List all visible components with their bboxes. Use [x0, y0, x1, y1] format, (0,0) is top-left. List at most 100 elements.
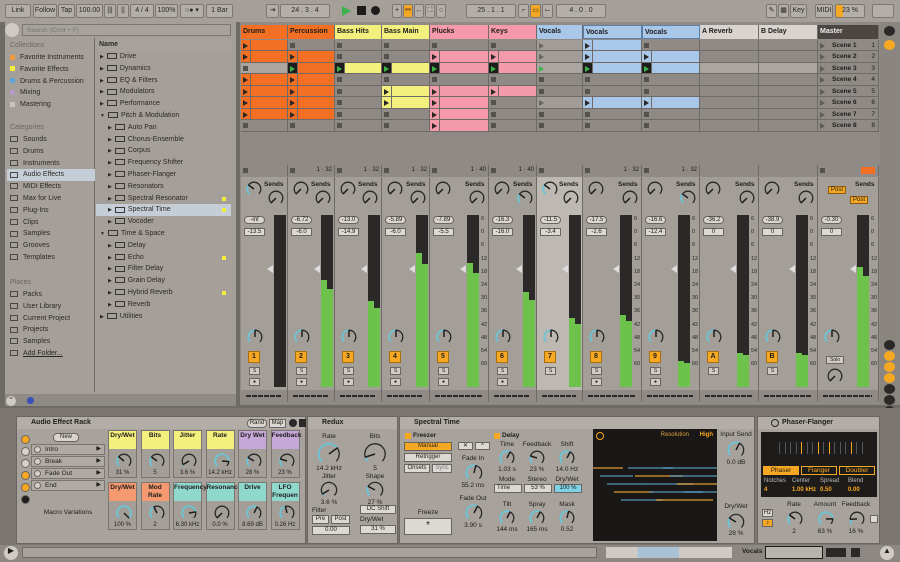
mask-knob[interactable]: [558, 509, 576, 527]
invert-icon[interactable]: [870, 515, 878, 523]
clip-launch-icon[interactable]: [243, 77, 248, 84]
stop-all-clips-icon[interactable]: [491, 168, 496, 173]
send-a-knob[interactable]: [434, 180, 452, 198]
triangle-right-icon[interactable]: ▶: [100, 66, 104, 72]
triangle-right-icon[interactable]: ▶: [108, 290, 112, 296]
clip-slot[interactable]: [759, 85, 818, 98]
send-b-knob[interactable]: [409, 189, 427, 207]
pan-value-field[interactable]: -6.0: [385, 228, 406, 236]
clip-slot[interactable]: [642, 74, 700, 86]
mode-dropdown[interactable]: Time: [494, 484, 522, 493]
launch-variation-icon[interactable]: [34, 458, 41, 465]
follow-button[interactable]: Follow: [33, 4, 57, 18]
send-a-knob[interactable]: [245, 180, 263, 198]
clip-stop-icon[interactable]: [432, 77, 437, 83]
clip-slot[interactable]: [241, 97, 288, 109]
shift-knob[interactable]: [558, 449, 576, 467]
pan-knob[interactable]: [246, 328, 264, 346]
macro-knob[interactable]: [180, 452, 198, 470]
play-icon[interactable]: [432, 65, 437, 72]
clip-slot[interactable]: [288, 108, 335, 121]
post-button-b[interactable]: Post: [850, 196, 869, 204]
browser-item[interactable]: ▶ Dynamics: [96, 63, 231, 75]
hide-panel-icon[interactable]: ▲: [880, 546, 894, 560]
clip-slot[interactable]: [430, 108, 489, 121]
browser-item[interactable]: ▶ Chorus-Ensemble: [96, 134, 231, 146]
drywet-field[interactable]: 100 %: [554, 484, 582, 493]
clip-launch-icon[interactable]: [644, 100, 649, 107]
volume-fader-handle[interactable]: [314, 265, 320, 273]
clip-launch-icon[interactable]: [290, 77, 295, 84]
clip-slot[interactable]: [382, 97, 430, 109]
clip-slot[interactable]: [642, 108, 700, 121]
browser-item[interactable]: ▼ Pitch & Modulation: [96, 110, 231, 122]
clip-slot[interactable]: [382, 108, 430, 121]
pan-knob[interactable]: [705, 328, 723, 346]
clip-stop-icon[interactable]: [384, 43, 389, 48]
scene-name[interactable]: Scene 4: [832, 76, 857, 83]
clip-slot[interactable]: [382, 85, 430, 98]
crossfade-assign[interactable]: [647, 395, 693, 397]
browser-item[interactable]: ▶ Reverb: [96, 299, 231, 311]
clip-slot[interactable]: [700, 85, 759, 98]
play-variation-icon[interactable]: ▶: [96, 445, 101, 454]
browser-item[interactable]: ▼ Time & Space: [96, 228, 231, 240]
clip-slot[interactable]: [430, 120, 489, 132]
variation-item[interactable]: Break ▶: [31, 456, 105, 467]
track-header-bass-main[interactable]: Bass Main: [382, 25, 430, 39]
stop-all-clips-icon[interactable]: [585, 168, 590, 173]
clip-slot[interactable]: [700, 51, 759, 63]
track-activator-button[interactable]: 2: [295, 351, 307, 363]
solo-button[interactable]: S: [767, 367, 778, 375]
macro-knob[interactable]: [278, 504, 296, 522]
clip-slot[interactable]: [335, 85, 382, 98]
solo-button[interactable]: S: [390, 367, 401, 375]
clip-slot[interactable]: [288, 120, 335, 132]
triangle-right-icon[interactable]: ▶: [108, 255, 112, 261]
manual-button[interactable]: Manual: [404, 442, 452, 451]
track-header-plucks[interactable]: Plucks: [430, 25, 489, 39]
arm-button[interactable]: ●: [390, 378, 401, 386]
returns-toggle-icon[interactable]: [884, 373, 895, 383]
clip-stop-icon[interactable]: [243, 123, 248, 129]
clip-stop-icon[interactable]: [644, 111, 649, 117]
punch-in-icon[interactable]: ⌐: [518, 4, 529, 18]
launch-variation-icon[interactable]: [34, 470, 41, 477]
record-mode-icon[interactable]: ○● ▾: [180, 4, 204, 18]
send-b-knob[interactable]: [679, 189, 697, 207]
macro-knob[interactable]: [115, 504, 133, 522]
triangle-right-icon[interactable]: ▶: [108, 302, 112, 308]
clip-slot[interactable]: [430, 62, 489, 75]
clip-launch-icon[interactable]: [384, 88, 389, 95]
clip-stop-icon[interactable]: [585, 111, 590, 117]
track-overview[interactable]: [765, 546, 823, 559]
send-b-knob[interactable]: [516, 189, 534, 207]
browser-item[interactable]: ▶ Resonators: [96, 181, 231, 193]
clip-slot[interactable]: [583, 97, 642, 109]
solo-button[interactable]: S: [545, 367, 556, 375]
clip-stop-icon[interactable]: [290, 123, 295, 129]
clip-slot[interactable]: [489, 120, 537, 132]
clip-slot[interactable]: [583, 62, 642, 75]
clip-slot[interactable]: [537, 108, 583, 121]
send-a-knob[interactable]: [704, 180, 722, 198]
send-b-knob[interactable]: [738, 189, 756, 207]
clip-stop-icon[interactable]: [243, 65, 248, 71]
arm-button[interactable]: ●: [497, 378, 508, 386]
clip-slot[interactable]: [537, 120, 583, 132]
clip-launch-icon[interactable]: [290, 111, 295, 118]
scene-launch-icon[interactable]: [820, 123, 825, 130]
clip-slot[interactable]: [382, 40, 430, 52]
session-view-icon[interactable]: [851, 548, 860, 557]
crossfader-icon[interactable]: [884, 384, 895, 394]
category-sounds[interactable]: Sounds: [7, 134, 95, 146]
send-b-knob[interactable]: [267, 189, 285, 207]
clip-launch-icon[interactable]: [243, 54, 248, 61]
track-activator-button[interactable]: A: [707, 351, 719, 363]
triangle-right-icon[interactable]: ▶: [108, 125, 112, 131]
macro-knob[interactable]: [115, 452, 133, 470]
tap-button[interactable]: Tap: [58, 4, 75, 18]
triangle-right-icon[interactable]: ▶: [108, 207, 112, 213]
send-a-knob[interactable]: [587, 180, 605, 198]
arm-button[interactable]: ●: [343, 378, 354, 386]
